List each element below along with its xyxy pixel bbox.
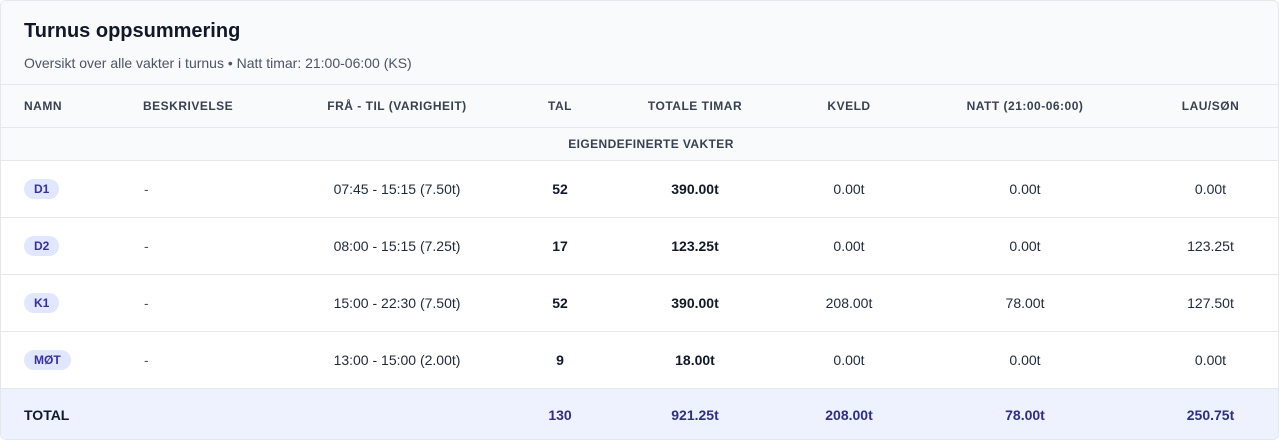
card-header: Turnus oppsummering Oversikt over alle v…	[1, 1, 1278, 85]
shift-summary-table: NAMN BESKRIVELSE FRÅ - TIL (VARIGHEIT) T…	[1, 85, 1278, 439]
page-subtitle: Oversikt over alle vakter i turnus • Nat…	[24, 55, 412, 71]
shift-name-cell: D2	[1, 217, 120, 274]
desc-cell: -	[144, 351, 149, 368]
desc-cell: -	[144, 294, 149, 311]
page-title: Turnus oppsummering	[24, 20, 241, 42]
shift-badge: MØT	[24, 349, 71, 370]
natt-cell: 78.00t	[1005, 294, 1045, 311]
kveld-cell: 0.00t	[833, 180, 865, 197]
col-header-name: NAMN	[24, 98, 62, 113]
group-header-row: EIGENDEFINERTE VAKTER	[1, 127, 1278, 160]
totals-desc-empty	[120, 388, 273, 439]
totals-kveld: 208.00t	[825, 406, 873, 423]
lau-cell: 0.00t	[1194, 180, 1227, 197]
tal-cell: 17	[552, 237, 568, 254]
group-label: EIGENDEFINERTE VAKTER	[568, 136, 734, 151]
totals-total-hours: 921.25t	[671, 406, 719, 423]
table-row: D2 - 08:00 - 15:15 (7.25t) 17 123.25t 0.…	[1, 217, 1278, 274]
kveld-cell: 0.00t	[833, 237, 865, 254]
total-hours-cell: 18.00t	[675, 351, 715, 368]
totals-label: TOTAL	[24, 406, 70, 423]
desc-cell: -	[144, 180, 149, 197]
total-hours-cell: 390.00t	[671, 294, 719, 311]
total-hours-cell: 123.25t	[671, 237, 719, 254]
shift-name-cell: K1	[1, 274, 120, 331]
table-header-row: NAMN BESKRIVELSE FRÅ - TIL (VARIGHEIT) T…	[1, 85, 1278, 127]
tal-cell: 52	[552, 294, 568, 311]
shift-badge: D1	[24, 178, 60, 199]
col-header-kveld: KVELD	[827, 98, 871, 113]
col-header-time: FRÅ - TIL (VARIGHEIT)	[327, 98, 467, 113]
kveld-cell: 208.00t	[825, 294, 873, 311]
totals-natt: 78.00t	[1005, 406, 1045, 423]
time-cell: 13:00 - 15:00 (2.00t)	[333, 351, 461, 368]
table-row: MØT - 13:00 - 15:00 (2.00t) 9 18.00t 0.0…	[1, 331, 1278, 388]
table-row: K1 - 15:00 - 22:30 (7.50t) 52 390.00t 20…	[1, 274, 1278, 331]
shift-badge: K1	[24, 292, 60, 313]
total-hours-cell: 390.00t	[671, 180, 719, 197]
totals-row: TOTAL 130 921.25t 208.00t 78.00t 250.75t	[1, 388, 1278, 439]
lau-cell: 127.50t	[1187, 294, 1234, 311]
col-header-natt: NATT (21:00-06:00)	[966, 98, 1084, 113]
time-cell: 08:00 - 15:15 (7.25t)	[333, 237, 461, 254]
kveld-cell: 0.00t	[833, 351, 865, 368]
col-header-lau: LAU/SØN	[1181, 98, 1240, 113]
totals-time-empty	[273, 388, 521, 439]
natt-cell: 0.00t	[1009, 180, 1041, 197]
shift-name-cell: D1	[1, 160, 120, 217]
table-row: D1 - 07:45 - 15:15 (7.50t) 52 390.00t 0.…	[1, 160, 1278, 217]
shift-name-cell: MØT	[1, 331, 120, 388]
tal-cell: 9	[556, 351, 564, 368]
time-cell: 15:00 - 22:30 (7.50t)	[333, 294, 461, 311]
col-header-tal: TAL	[548, 98, 572, 113]
natt-cell: 0.00t	[1009, 351, 1041, 368]
lau-cell: 123.25t	[1187, 237, 1234, 254]
shift-badge: D2	[24, 235, 60, 256]
desc-cell: -	[144, 237, 149, 254]
col-header-total: TOTALE TIMAR	[647, 98, 743, 113]
tal-cell: 52	[552, 180, 568, 197]
lau-cell: 0.00t	[1194, 351, 1227, 368]
col-header-desc: BESKRIVELSE	[143, 98, 234, 113]
totals-tal: 130	[548, 406, 572, 423]
natt-cell: 0.00t	[1009, 237, 1041, 254]
time-cell: 07:45 - 15:15 (7.50t)	[333, 180, 461, 197]
totals-lau: 250.75t	[1186, 406, 1235, 423]
summary-card: Turnus oppsummering Oversikt over alle v…	[0, 0, 1279, 440]
